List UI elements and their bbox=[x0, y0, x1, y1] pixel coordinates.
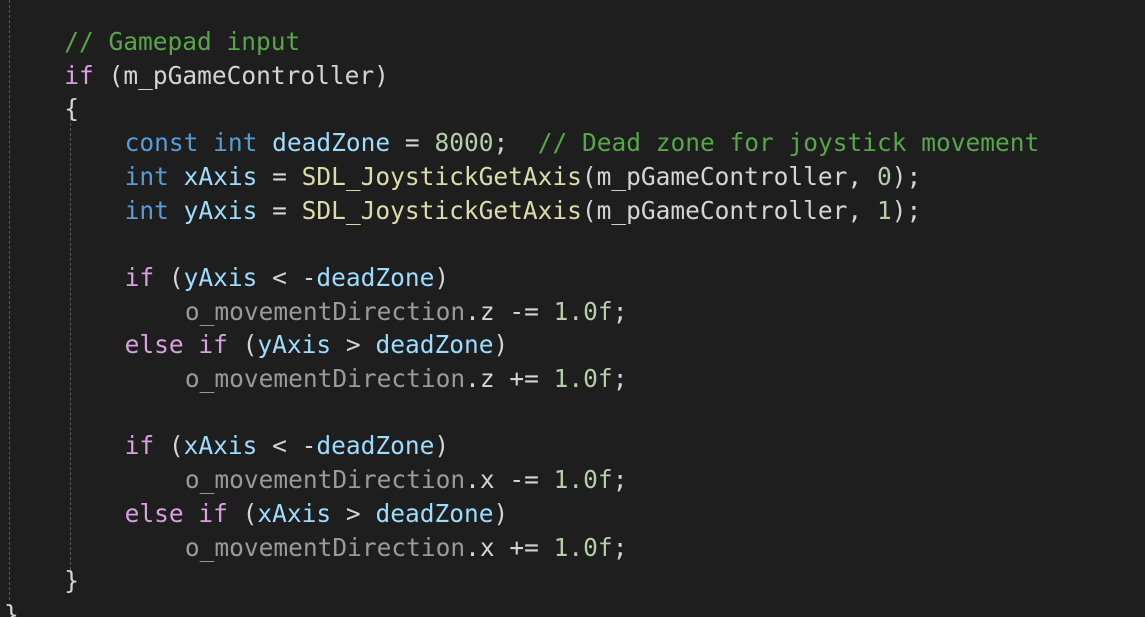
code-token: 1.0f bbox=[553, 465, 613, 495]
code-line[interactable]: o_movementDirection.z -= 1.0f; bbox=[185, 295, 628, 329]
code-token: (m_pGameController, bbox=[581, 195, 877, 225]
code-token: ; bbox=[612, 532, 628, 562]
code-token: 8000 bbox=[434, 128, 494, 158]
code-token: const bbox=[124, 128, 199, 158]
code-line[interactable]: o_movementDirection.z += 1.0f; bbox=[185, 362, 628, 396]
code-token: int bbox=[213, 128, 258, 158]
code-token: else bbox=[124, 498, 184, 528]
code-token: m_pGameController bbox=[123, 60, 375, 90]
code-token: if bbox=[124, 431, 155, 461]
code-token: ) bbox=[493, 498, 509, 528]
code-token: // Dead zone for joystick movement bbox=[537, 128, 1040, 158]
code-line[interactable]: else if (xAxis > deadZone) bbox=[125, 497, 509, 531]
code-token: ; bbox=[612, 296, 628, 326]
code-token: xAxis bbox=[257, 498, 332, 528]
code-token: ( bbox=[93, 60, 124, 90]
code-token: < - bbox=[257, 431, 317, 461]
code-token: .z -= bbox=[465, 296, 554, 326]
code-token: ; bbox=[612, 364, 628, 393]
code-token: 1.0f bbox=[553, 364, 613, 393]
code-token: yAxis bbox=[257, 330, 332, 360]
code-token: SDL_JoystickGetAxis bbox=[301, 195, 582, 225]
code-token: 1 bbox=[876, 195, 892, 225]
code-token: ; bbox=[493, 128, 538, 158]
code-token: ) bbox=[374, 60, 389, 90]
code-token: if bbox=[198, 330, 228, 360]
code-token: o_movementDirection bbox=[184, 296, 466, 326]
code-line[interactable]: int xAxis = SDL_JoystickGetAxis(m_pGameC… bbox=[125, 160, 922, 194]
code-token: // Gamepad input bbox=[64, 27, 301, 56]
code-token: = bbox=[257, 195, 302, 225]
code-token: > bbox=[331, 498, 376, 528]
code-token: ) bbox=[434, 431, 450, 461]
code-line[interactable]: { bbox=[64, 92, 79, 126]
code-token: = bbox=[390, 128, 435, 158]
code-token: ); bbox=[891, 195, 922, 225]
code-token: 1.0f bbox=[553, 532, 613, 562]
indent-guide-block bbox=[70, 118, 71, 570]
code-line[interactable]: const int deadZone = 8000; // Dead zone … bbox=[125, 126, 1040, 160]
code-token: ) bbox=[493, 330, 509, 360]
code-token: ) bbox=[434, 262, 450, 292]
code-token: int bbox=[124, 195, 169, 225]
code-token: 1.0f bbox=[553, 296, 613, 326]
code-token: if bbox=[124, 262, 155, 292]
code-line[interactable]: if (m_pGameController) bbox=[64, 59, 389, 93]
code-token: yAxis bbox=[183, 262, 258, 292]
code-token: deadZone bbox=[375, 330, 494, 360]
code-line[interactable]: else if (yAxis > deadZone) bbox=[125, 328, 509, 362]
code-token: .z += bbox=[465, 364, 554, 393]
code-editor[interactable]: // Gamepad input if (m_pGameController){c… bbox=[0, 0, 1145, 617]
code-token: 0 bbox=[876, 161, 892, 191]
code-token: .x += bbox=[465, 532, 554, 562]
code-token: o_movementDirection bbox=[184, 364, 466, 393]
code-line[interactable]: } bbox=[4, 598, 19, 617]
code-token: ); bbox=[891, 161, 922, 191]
code-token: { bbox=[64, 94, 80, 124]
code-line[interactable]: if (yAxis < -deadZone) bbox=[125, 261, 450, 295]
code-token: if bbox=[64, 60, 94, 90]
code-line[interactable]: int yAxis = SDL_JoystickGetAxis(m_pGameC… bbox=[125, 194, 922, 228]
code-token: deadZone bbox=[272, 128, 391, 158]
code-token: o_movementDirection bbox=[184, 465, 466, 495]
code-line[interactable]: // Gamepad input bbox=[64, 25, 300, 59]
code-token: int bbox=[124, 161, 169, 191]
code-token: deadZone bbox=[316, 431, 435, 461]
code-token: o_movementDirection bbox=[184, 532, 466, 562]
code-token: xAxis bbox=[183, 161, 258, 191]
code-token: if bbox=[198, 498, 228, 528]
code-token: } bbox=[64, 566, 80, 596]
indent-guide-outer bbox=[9, 0, 10, 600]
code-token: ( bbox=[227, 498, 258, 528]
code-line[interactable]: if (xAxis < -deadZone) bbox=[125, 429, 450, 463]
code-line[interactable]: o_movementDirection.x += 1.0f; bbox=[185, 531, 628, 565]
code-token: < - bbox=[257, 262, 317, 292]
code-token: deadZone bbox=[316, 262, 435, 292]
code-token: ( bbox=[227, 330, 258, 360]
code-token: = bbox=[257, 161, 302, 191]
code-token: ( bbox=[154, 262, 184, 292]
code-token: ( bbox=[154, 431, 184, 461]
code-token: SDL_JoystickGetAxis bbox=[301, 161, 582, 191]
code-token: } bbox=[4, 599, 19, 617]
code-token: yAxis bbox=[183, 195, 258, 225]
code-line[interactable]: o_movementDirection.x -= 1.0f; bbox=[185, 463, 628, 497]
code-token: (m_pGameController, bbox=[581, 161, 877, 191]
code-token: ; bbox=[612, 465, 628, 495]
code-token: else bbox=[124, 330, 184, 360]
code-token: deadZone bbox=[375, 498, 494, 528]
code-token: xAxis bbox=[183, 431, 258, 461]
code-token: > bbox=[331, 330, 376, 360]
code-line[interactable]: } bbox=[64, 564, 79, 598]
code-token: .x -= bbox=[465, 465, 554, 495]
